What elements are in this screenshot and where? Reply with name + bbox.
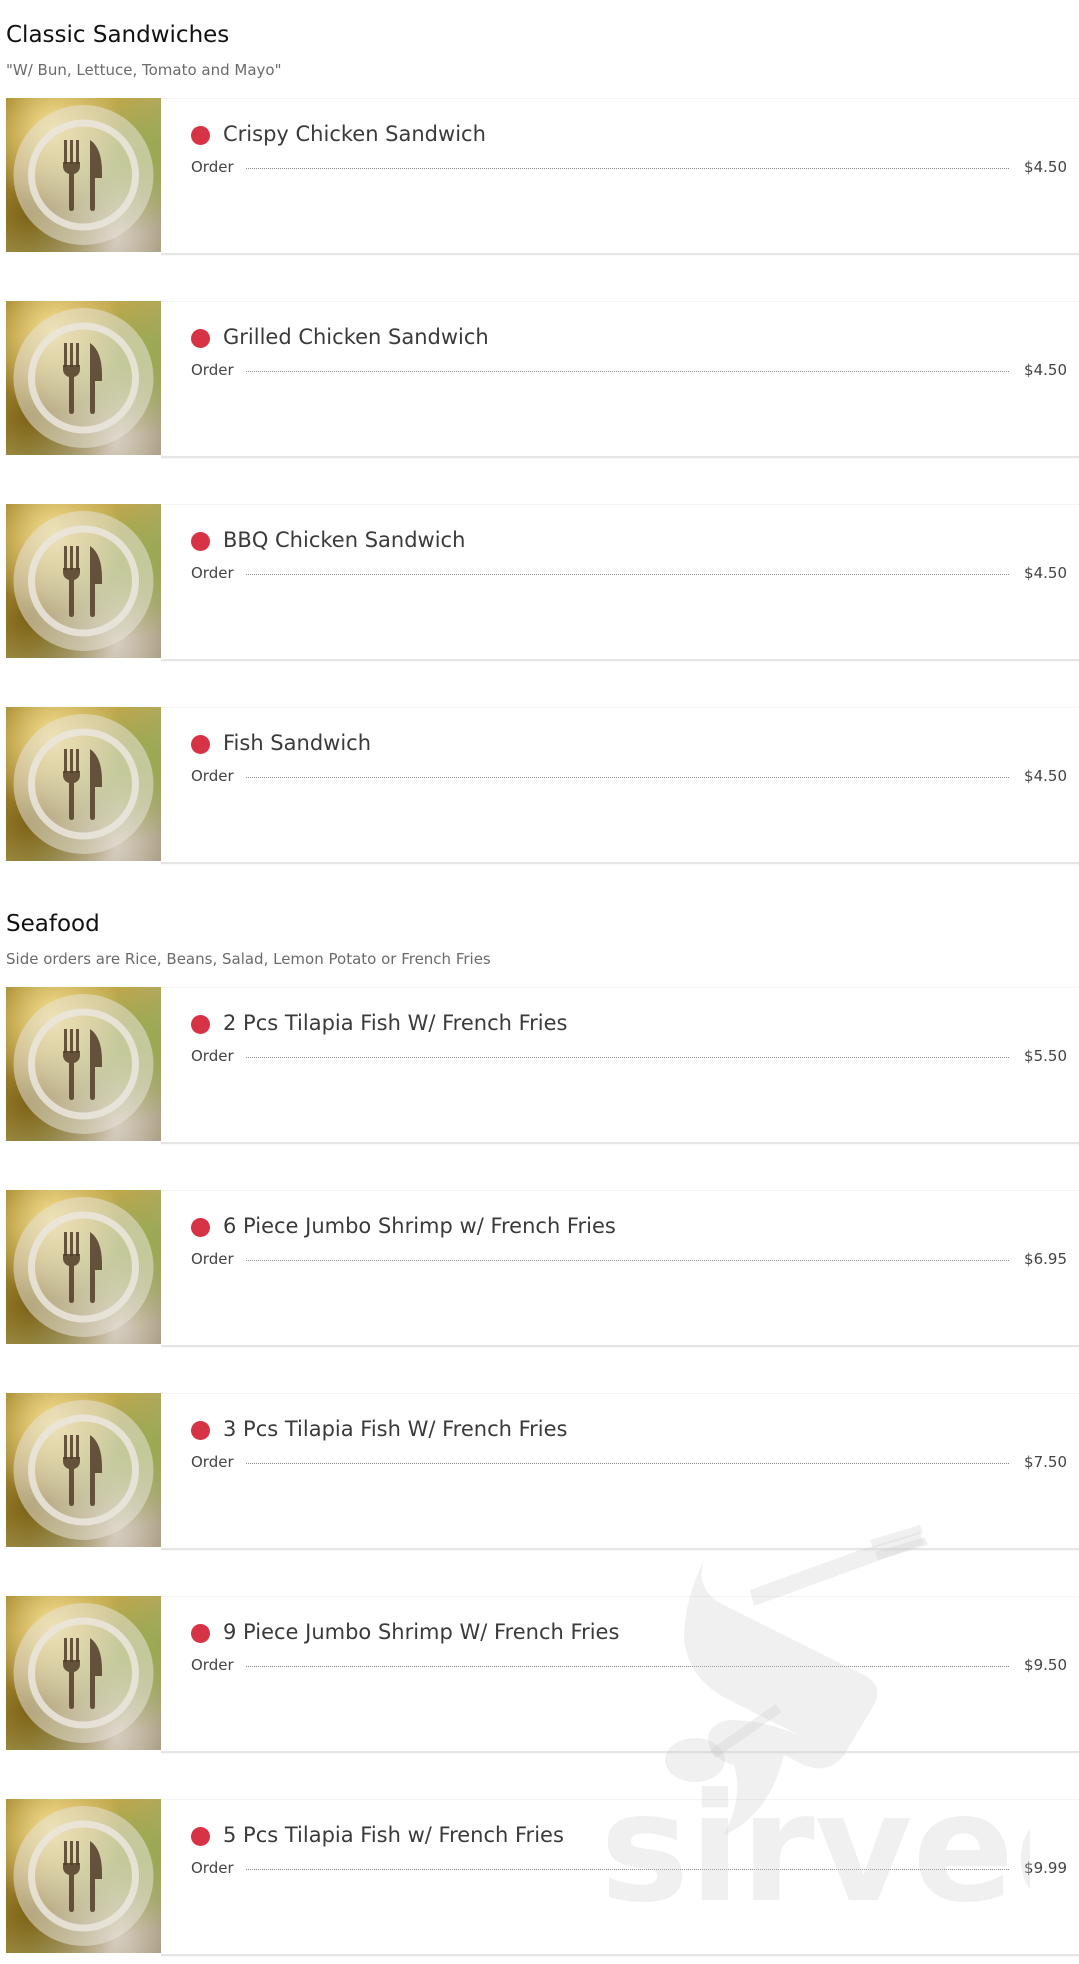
item-bullet [191,126,210,145]
food-thumbnail [6,1799,161,1953]
food-thumbnail [6,707,161,861]
item-bullet [191,1624,210,1643]
order-link[interactable]: Order [191,769,234,784]
price-leader [246,1057,1009,1058]
section-title-classic-sandwiches: Classic Sandwiches [6,22,230,48]
item-price: $4.50 [1024,564,1067,582]
order-link[interactable]: Order [191,1455,234,1470]
price-leader [246,1869,1009,1870]
item-price: $4.50 [1024,767,1067,785]
menu-page: Classic Sandwiches "W/ Bun, Lettuce, Tom… [0,0,1079,1964]
food-thumbnail [6,98,161,252]
price-leader [246,574,1009,575]
fork-knife-plate-icon [13,714,154,854]
section-description: Side orders are Rice, Beans, Salad, Lemo… [6,950,491,968]
item-bullet [191,1421,210,1440]
food-thumbnail [6,1190,161,1344]
price-leader [246,777,1009,778]
item-name[interactable]: 2 Pcs Tilapia Fish W/ French Fries [223,1013,567,1034]
item-name[interactable]: 6 Piece Jumbo Shrimp w/ French Fries [223,1216,616,1237]
item-price: $5.50 [1024,1047,1067,1065]
menu-item[interactable]: Fish Sandwich Order $4.50 [6,707,1079,864]
menu-item[interactable]: 2 Pcs Tilapia Fish W/ French Fries Order… [6,987,1079,1144]
food-thumbnail [6,301,161,455]
item-bullet [191,1827,210,1846]
menu-item[interactable]: 3 Pcs Tilapia Fish W/ French Fries Order… [6,1393,1079,1550]
order-link[interactable]: Order [191,566,234,581]
order-link[interactable]: Order [191,1252,234,1267]
order-link[interactable]: Order [191,1658,234,1673]
price-leader [246,1666,1009,1667]
item-bullet [191,329,210,348]
menu-item[interactable]: Grilled Chicken Sandwich Order $4.50 [6,301,1079,458]
item-name[interactable]: Grilled Chicken Sandwich [223,327,489,348]
item-bullet [191,1218,210,1237]
fork-knife-plate-icon [13,308,154,448]
section-description: "W/ Bun, Lettuce, Tomato and Mayo" [6,61,282,79]
item-price: $4.50 [1024,158,1067,176]
item-price: $4.50 [1024,361,1067,379]
item-price: $7.50 [1024,1453,1067,1471]
item-bullet [191,532,210,551]
item-price: $9.99 [1024,1859,1067,1877]
food-thumbnail [6,1393,161,1547]
fork-knife-plate-icon [13,105,154,245]
item-name[interactable]: BBQ Chicken Sandwich [223,530,465,551]
order-link[interactable]: Order [191,363,234,378]
item-bullet [191,1015,210,1034]
item-price: $6.95 [1024,1250,1067,1268]
fork-knife-plate-icon [13,1197,154,1337]
menu-item[interactable]: 9 Piece Jumbo Shrimp W/ French Fries Ord… [6,1596,1079,1753]
item-name[interactable]: 5 Pcs Tilapia Fish w/ French Fries [223,1825,564,1846]
item-name[interactable]: Fish Sandwich [223,733,371,754]
price-leader [246,1260,1009,1261]
fork-knife-plate-icon [13,1806,154,1946]
item-name[interactable]: Crispy Chicken Sandwich [223,124,486,145]
fork-knife-plate-icon [13,994,154,1134]
menu-item[interactable]: 5 Pcs Tilapia Fish w/ French Fries Order… [6,1799,1079,1956]
menu-item[interactable]: 6 Piece Jumbo Shrimp w/ French Fries Ord… [6,1190,1079,1347]
food-thumbnail [6,504,161,658]
fork-knife-plate-icon [13,1400,154,1540]
fork-knife-plate-icon [13,1603,154,1743]
section-title-seafood: Seafood [6,911,100,937]
item-price: $9.50 [1024,1656,1067,1674]
price-leader [246,168,1009,169]
price-leader [246,371,1009,372]
order-link[interactable]: Order [191,1861,234,1876]
item-name[interactable]: 3 Pcs Tilapia Fish W/ French Fries [223,1419,567,1440]
fork-knife-plate-icon [13,511,154,651]
item-bullet [191,735,210,754]
food-thumbnail [6,1596,161,1750]
item-name[interactable]: 9 Piece Jumbo Shrimp W/ French Fries [223,1622,619,1643]
menu-item[interactable]: Crispy Chicken Sandwich Order $4.50 [6,98,1079,255]
menu-item[interactable]: BBQ Chicken Sandwich Order $4.50 [6,504,1079,661]
order-link[interactable]: Order [191,1049,234,1064]
order-link[interactable]: Order [191,160,234,175]
food-thumbnail [6,987,161,1141]
price-leader [246,1463,1009,1464]
